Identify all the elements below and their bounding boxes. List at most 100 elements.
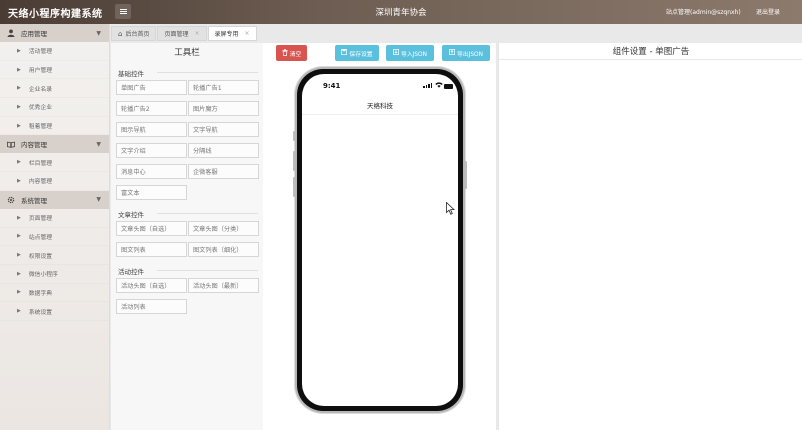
top-bar: 天络小程序构建系统 深圳青年协会 站点管理(admin@szqnxh) 退出登录 (0, 0, 802, 24)
export-json-button[interactable]: 导出JSON (442, 45, 490, 61)
section-divider (157, 213, 258, 214)
export-button-label: 导出JSON (457, 51, 483, 58)
caret-right-icon: ▶ (17, 103, 21, 110)
toolbar-title: 工具栏 (174, 48, 200, 58)
chevron-down-icon: ▼ (96, 196, 101, 204)
caret-right-icon: ▶ (17, 66, 21, 73)
logout-link[interactable]: 退出登录 (756, 7, 780, 16)
component-button[interactable]: 图示导航 (116, 122, 187, 137)
clear-button-label: 清空 (289, 51, 302, 58)
trash-icon (282, 48, 288, 58)
phone-screen[interactable]: 9:41 天络科技 (302, 74, 458, 406)
mini-app-title: 天络科技 (367, 102, 393, 110)
close-icon[interactable]: × (194, 30, 199, 37)
section-title-article: 文章控件 (118, 211, 144, 219)
sidebar-item[interactable]: ▶ 系统设置 (0, 302, 109, 321)
sidebar-group-label: 应用管理 (21, 30, 47, 38)
component-button[interactable]: 文章头图（自选） (116, 221, 187, 236)
page-tabs: ⌂ 后台首页 页面管理 × 录屏专用 × (111, 26, 258, 41)
export-icon (449, 49, 455, 57)
component-button[interactable]: 富文本 (116, 185, 187, 200)
sidebar-item-label: 系统设置 (28, 309, 53, 316)
sidebar-item-label: 内容管理 (28, 179, 53, 186)
tab-recording[interactable]: 录屏专用 × (207, 26, 257, 41)
sidebar-item[interactable]: ▶ 内容管理 (0, 172, 109, 191)
tab-label: 后台首页 (125, 31, 150, 38)
caret-right-icon: ▶ (17, 214, 21, 221)
battery-icon (444, 84, 453, 89)
sidebar-group-label: 内容管理 (21, 141, 47, 150)
component-button[interactable]: 消息中心 (116, 164, 187, 179)
sidebar-item-label: 微信小程序 (28, 272, 58, 279)
component-button[interactable]: 轮播广告1 (188, 80, 259, 95)
sidebar-item-label: 租着管理 (28, 124, 53, 131)
component-button[interactable]: 活动头图（自选） (116, 278, 187, 293)
component-button[interactable]: 分隔线 (188, 143, 259, 158)
component-button[interactable]: 活动头图（最新） (188, 278, 259, 293)
component-button[interactable]: 单图广告 (116, 80, 187, 95)
phone-side-button (465, 161, 467, 189)
component-button[interactable]: 活动列表 (116, 299, 187, 314)
sidebar-item[interactable]: ▶ 企业名录 (0, 79, 109, 98)
signal-icon (423, 83, 432, 88)
sidebar-group-system[interactable]: 系统管理 ▼ (0, 190, 109, 209)
component-button[interactable]: 文字介绍 (116, 143, 187, 158)
caret-right-icon: ▶ (17, 47, 21, 54)
sidebar-item[interactable]: ▶ 用户管理 (0, 61, 109, 80)
sidebar-item-label: 优秀企业 (28, 105, 53, 112)
caret-right-icon: ▶ (17, 270, 21, 277)
caret-right-icon: ▶ (17, 252, 21, 259)
settings-title: 组件设置 - 单图广告 (612, 47, 690, 57)
sidebar-item[interactable]: ▶ 活动管理 (0, 42, 109, 61)
menu-toggle-button[interactable] (115, 4, 131, 19)
component-button[interactable]: 文字导航 (188, 122, 259, 137)
sidebar-item[interactable]: ▶ 页面管理 (0, 209, 109, 228)
caret-right-icon: ▶ (17, 289, 21, 296)
sidebar-item[interactable]: ▶ 租着管理 (0, 117, 109, 136)
current-user[interactable]: 站点管理(admin@szqnxh) (666, 7, 741, 16)
phone-side-button (293, 151, 295, 171)
phone-mockup: 9:41 天络科技 (293, 69, 467, 411)
sidebar-group-apps[interactable]: 应用管理 ▼ (0, 24, 109, 42)
section-divider (157, 270, 258, 271)
component-button[interactable]: 图片魔方 (188, 101, 259, 116)
sidebar-item[interactable]: ▶ 栏目管理 (0, 153, 109, 172)
status-bar: 9:41 (302, 82, 458, 92)
sidebar-group-label: 系统管理 (21, 196, 47, 205)
preview-area: 清空 保存设置 导入JSON 导出JSON 9:41 天络科技 (263, 43, 496, 430)
component-settings-panel: 组件设置 - 单图广告 (498, 43, 802, 430)
hamburger-icon (119, 11, 127, 12)
sidebar-item-label: 数据字典 (28, 290, 53, 297)
settings-divider (499, 59, 802, 60)
save-button-label: 保存设置 (349, 51, 373, 58)
sidebar-item[interactable]: ▶ 站点管理 (0, 228, 109, 247)
save-settings-button[interactable]: 保存设置 (335, 45, 379, 61)
component-button[interactable]: 文章头图（分类） (188, 221, 259, 236)
tab-home[interactable]: ⌂ 后台首页 (111, 26, 157, 41)
tab-label: 录屏专用 (214, 31, 239, 38)
component-button[interactable]: 图文列表（细化） (188, 242, 259, 257)
tab-page-management[interactable]: 页面管理 × (157, 26, 207, 41)
sidebar-item[interactable]: ▶ 数据字典 (0, 284, 109, 303)
sidebar-group-content[interactable]: 内容管理 ▼ (0, 135, 109, 154)
status-time: 9:41 (323, 82, 341, 90)
import-json-button[interactable]: 导入JSON (386, 45, 434, 61)
component-button[interactable]: 企微客服 (188, 164, 259, 179)
chevron-down-icon: ▼ (96, 29, 101, 37)
sidebar-item[interactable]: ▶ 微信小程序 (0, 265, 109, 284)
caret-right-icon: ▶ (17, 308, 21, 315)
sidebar-item[interactable]: ▶ 优秀企业 (0, 98, 109, 117)
close-icon[interactable]: × (245, 30, 250, 37)
caret-right-icon: ▶ (17, 122, 21, 129)
wifi-icon (435, 82, 443, 90)
component-button[interactable]: 图文列表 (116, 242, 187, 257)
sidebar-item[interactable]: ▶ 权限设置 (0, 246, 109, 265)
sidebar-item-label: 活动管理 (28, 49, 53, 56)
chevron-down-icon: ▼ (96, 140, 101, 148)
caret-right-icon: ▶ (17, 85, 21, 92)
clear-button[interactable]: 清空 (276, 45, 307, 61)
import-button-label: 导入JSON (401, 51, 427, 58)
caret-right-icon: ▶ (17, 233, 21, 240)
caret-right-icon: ▶ (17, 159, 21, 166)
component-button[interactable]: 轮播广告2 (116, 101, 187, 116)
